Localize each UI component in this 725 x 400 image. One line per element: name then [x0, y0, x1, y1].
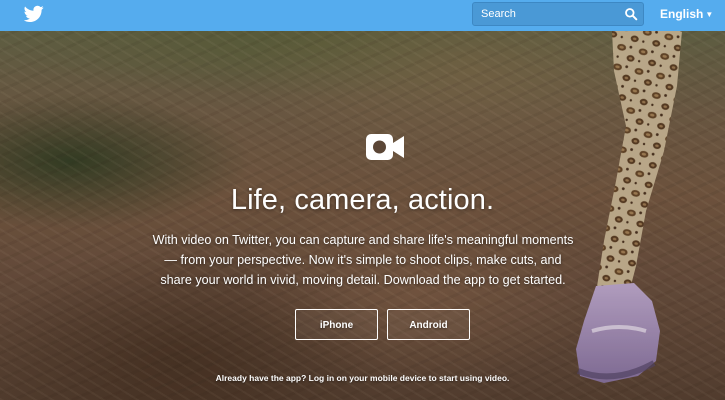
hero-headline: Life, camera, action.: [230, 184, 495, 216]
hero-section: Life, camera, action. With video on Twit…: [0, 31, 725, 400]
android-download-button[interactable]: Android: [387, 309, 470, 340]
iphone-download-button[interactable]: iPhone: [295, 309, 378, 340]
hero-description: With video on Twitter, you can capture a…: [152, 233, 574, 287]
search-input[interactable]: [473, 3, 613, 25]
login-footnote: Already have the app? Log in on your mob…: [215, 373, 510, 383]
language-label: English: [660, 7, 704, 21]
chevron-down-icon: ▼: [705, 10, 714, 19]
search-box: [472, 2, 644, 26]
video-camera-icon: [366, 134, 404, 160]
twitter-bird-icon[interactable]: [24, 5, 44, 23]
top-navigation-bar: English▼: [0, 0, 725, 31]
language-selector[interactable]: English ▼: [660, 7, 713, 21]
search-icon[interactable]: [624, 7, 638, 21]
